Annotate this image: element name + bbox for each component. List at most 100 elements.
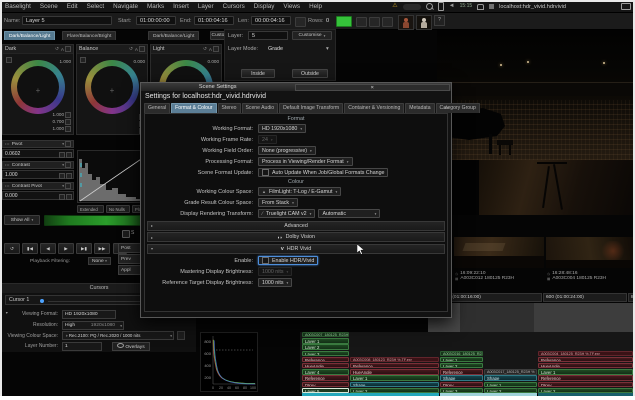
menu-navigate[interactable]: Navigate — [113, 3, 138, 10]
view-format-value[interactable]: HD 1920x1080 — [62, 310, 116, 319]
timeline-clip[interactable]: Layer 1 — [350, 375, 439, 380]
tab-right-dark-balance-light[interactable]: Dark/Balance/Light — [148, 31, 199, 40]
tab-scene-audio[interactable]: Scene Audio — [242, 103, 279, 113]
tab-general[interactable]: General — [144, 103, 170, 113]
reset-icon[interactable]: ↺ — [55, 46, 59, 52]
timeline-clip[interactable]: DKey — [302, 382, 349, 387]
slider-menu-icon[interactable] — [65, 183, 71, 189]
tab-category-group[interactable]: Category Group — [436, 103, 480, 113]
wheel-dark-value-1[interactable]: 1.000 — [53, 112, 72, 118]
step-back-button[interactable]: ◀ — [40, 243, 56, 254]
menu-cursors[interactable]: Cursors — [223, 3, 245, 10]
balance-crosshair[interactable]: + — [17, 87, 59, 95]
tab-format-colour[interactable]: Format & Colour — [171, 103, 216, 113]
auto-icon[interactable]: A — [135, 47, 138, 52]
shot-thumbnail-1[interactable] — [454, 237, 544, 268]
tab-scroll-icons[interactable]: ◂ ▸ — [444, 105, 449, 110]
auto-update-checkbox[interactable]: Auto Update When Job/Global Formats Chan… — [258, 168, 388, 177]
menu-views[interactable]: Views — [283, 3, 300, 10]
slider-pivot-value[interactable]: 0.0602 — [2, 149, 74, 158]
wheel-menu-icon[interactable] — [65, 46, 71, 52]
cursor-dot-icon[interactable] — [40, 299, 44, 303]
apply-button[interactable]: Appl — [118, 265, 142, 275]
tab-metadata[interactable]: Metadata — [405, 103, 434, 113]
drt-mode-dropdown[interactable]: Automatic▾ — [318, 209, 380, 218]
timeline-clip[interactable]: DKey — [440, 382, 483, 387]
frame-bar-3[interactable]: 800 ( — [628, 293, 635, 302]
timeline-clip[interactable]: A003C017_180125_R23H % — [484, 369, 537, 374]
toolbar-button-2[interactable] — [369, 17, 380, 27]
tab-stereo[interactable]: Stereo — [218, 103, 241, 113]
timeline-scrollbar[interactable] — [538, 393, 633, 395]
working-colour-space-dropdown[interactable]: ▲FilmLight: T-Log / E-Gamut▾ — [258, 187, 341, 196]
position-button[interactable]: Post — [118, 243, 142, 253]
mark-icon[interactable] — [295, 17, 306, 27]
grade-colour-swatch[interactable] — [336, 16, 352, 27]
menu-marks[interactable]: Marks — [147, 3, 164, 10]
speaker-icon[interactable]: ◄ — [449, 0, 455, 13]
lock-icon[interactable] — [122, 230, 130, 238]
timeline-clip[interactable]: Shape — [440, 375, 483, 380]
timeline-clip[interactable]: Shape — [350, 382, 439, 387]
menu-edit[interactable]: Edit — [67, 3, 78, 10]
close-icon[interactable]: × — [295, 84, 451, 91]
eyedropper-icon[interactable] — [177, 331, 185, 340]
step-forward-button[interactable]: ▶▮ — [76, 243, 92, 254]
menu-insert[interactable]: Insert — [173, 3, 189, 10]
wheel-lock-icon[interactable] — [6, 57, 12, 63]
layer-number-field[interactable]: 5 — [248, 31, 288, 40]
resolution-dropdown[interactable]: High1920x1080▾ — [62, 321, 124, 330]
balance-crosshair[interactable]: + — [91, 87, 133, 95]
menu-scene[interactable]: Scene — [40, 3, 58, 10]
timeline-clip[interactable]: HueAngle — [302, 363, 349, 368]
wheel-balance-top-value[interactable]: 0.000 — [134, 59, 146, 64]
gallery-still-red[interactable] — [398, 15, 414, 30]
gallery-still-white[interactable] — [416, 15, 432, 30]
dialog-titlebar[interactable]: Scene Settings × — [141, 83, 451, 91]
play-button[interactable]: ▶ — [58, 243, 74, 254]
dolby-vision-section-bar[interactable]: ▸◖◗Dolby Vision — [147, 232, 445, 242]
wheel-menu-icon[interactable] — [213, 46, 219, 52]
timeline-scrollbar[interactable] — [440, 393, 537, 395]
slider-icon-a[interactable] — [59, 194, 65, 200]
timeline-clip[interactable]: Layer 4 — [302, 369, 349, 374]
timeline-clip[interactable]: Layer 1 — [440, 357, 483, 362]
layer-customise-dropdown[interactable]: Customise▾ — [292, 31, 332, 40]
slider-icon-b[interactable] — [66, 194, 72, 200]
hue-ring[interactable]: + — [85, 60, 139, 114]
toolbar-button-1[interactable] — [356, 17, 367, 27]
working-field-order-dropdown[interactable]: None (progressive)▾ — [258, 146, 316, 155]
menu-help[interactable]: Help — [309, 3, 322, 10]
toolbar-button-3[interactable] — [382, 17, 393, 27]
wheel-menu-icon[interactable] — [139, 46, 145, 52]
hue-ring[interactable]: + — [11, 60, 65, 114]
shot-thumbnail-2[interactable] — [546, 237, 634, 268]
frame-bar-2[interactable]: 600 (01:00:24:00) — [543, 293, 627, 302]
strip-zoom-bar[interactable] — [44, 215, 141, 226]
timeline-clip[interactable]: HueAngle — [538, 363, 633, 368]
reset-icon[interactable]: ↺ — [203, 46, 207, 52]
auto-icon[interactable]: A — [209, 47, 212, 52]
timeline-clip[interactable]: Shape — [484, 375, 537, 380]
timeline-clip[interactable]: Layer 1 — [484, 382, 537, 387]
timeline-clip[interactable]: A003C004_180125_R23H %.TF.exr — [538, 351, 633, 356]
no-nulls-button[interactable]: No Nulls — [106, 205, 130, 213]
go-end-button[interactable]: ▶▶ — [94, 243, 110, 254]
slider-menu-icon[interactable] — [65, 162, 71, 168]
wheel-dark-top-value[interactable]: 1.000 — [60, 59, 72, 64]
help-badge[interactable]: ? — [434, 15, 445, 26]
wheel-dark-value-3[interactable]: 1.000 — [53, 126, 72, 132]
processing-format-dropdown[interactable]: Process in Viewing/Render Format▾ — [258, 157, 353, 166]
frame-bar-1[interactable]: 400 (01:00:16:00) — [440, 293, 542, 302]
layer-number-value[interactable]: 1 — [62, 342, 102, 351]
go-start-button[interactable]: ▮◀ — [22, 243, 38, 254]
enable-hdr-vivid-checkbox[interactable]: Enable HDR/Vivid — [258, 256, 318, 265]
timeline-tracks[interactable]: A003C007_180125_R23HLayer 1Layer 2Layer … — [300, 332, 635, 394]
timeline-clip[interactable]: Reference — [538, 357, 633, 362]
slider-icon-a[interactable] — [59, 173, 65, 179]
start-field[interactable]: 01:00:00:00 — [136, 16, 176, 25]
slider-menu-icon[interactable] — [65, 141, 71, 147]
tab-container-versioning[interactable]: Container & Versioning — [344, 103, 404, 113]
overlays-button[interactable]: Overlays — [112, 342, 150, 351]
timeline-clip[interactable]: Reference — [440, 369, 483, 374]
